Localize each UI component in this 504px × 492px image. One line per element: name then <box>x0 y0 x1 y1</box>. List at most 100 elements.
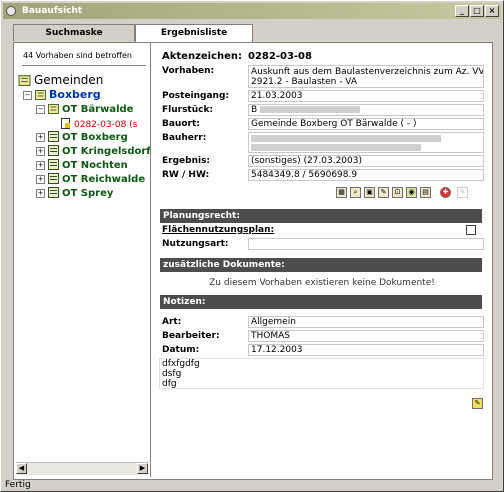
horizontal-scrollbar[interactable]: ◀ ▶ <box>16 462 148 475</box>
tree-label: 0282-03-08 (s <box>74 120 138 130</box>
tab-ergebnisliste[interactable]: Ergebnisliste <box>135 24 253 43</box>
vorhaben-label: Vorhaben: <box>162 66 215 76</box>
close-button[interactable]: × <box>485 5 499 17</box>
bauherr-field <box>248 132 484 153</box>
tree-item-vorhaben-selected[interactable]: 0282-03-08 (s <box>60 118 137 131</box>
tree-label: OT Kringelsdorf <box>62 146 151 157</box>
bearbeiter-label: Bearbeiter: <box>162 331 220 341</box>
tree-label: OT Nochten <box>62 160 128 171</box>
no-documents-message: Zu diesem Vorhaben existieren keine Doku… <box>209 278 435 288</box>
posteingang-label: Posteingang: <box>162 91 229 101</box>
aktenzeichen-value: 0282-03-08 <box>248 51 312 62</box>
tree-label: Boxberg <box>49 88 101 101</box>
divider <box>22 65 146 66</box>
rw-hw-label: RW / HW: <box>162 170 210 180</box>
ergebnis-field: (sonstiges) (27.03.2003) <box>248 155 484 167</box>
map-icon[interactable]: ▦ <box>336 187 347 198</box>
list-tree-icon <box>48 187 59 198</box>
redacted-block <box>251 144 421 151</box>
tree-item-ot-reichwalde[interactable]: + OT Reichwalde <box>36 173 145 186</box>
rw-hw-field: 5484349.8 / 5690698.9 <box>248 169 484 181</box>
tree-item-ot-kringelsdorf[interactable]: + OT Kringelsdorf <box>36 145 151 158</box>
art-field[interactable]: Allgemein <box>248 316 484 328</box>
expand-icon[interactable]: + <box>36 147 45 156</box>
notes-line: dfxfgdfg <box>162 359 200 369</box>
list-tree-icon <box>48 131 59 142</box>
list-tree-icon <box>48 159 59 170</box>
expand-icon[interactable]: + <box>36 161 45 170</box>
scroll-left-icon[interactable]: ◀ <box>16 463 27 474</box>
tree-label: OT Sprey <box>62 188 114 199</box>
tab-suchmaske[interactable]: Suchmaske <box>13 24 135 41</box>
section-notizen: Notizen: <box>160 295 482 309</box>
list-tree-icon <box>48 173 59 184</box>
search-doc-icon[interactable]: ⊡ <box>392 187 403 198</box>
aktenzeichen-label: Aktenzeichen: <box>162 51 243 62</box>
notes-line: dsfg <box>162 369 182 379</box>
zoom-map-icon[interactable]: ⌕ <box>350 187 361 198</box>
pin-icon[interactable]: ✎ <box>457 187 468 198</box>
vorhaben-line2: 2921.2 - Baulasten - VA <box>251 77 358 87</box>
vorhaben-field: Auskunft aus dem Baulastenverzeichnis zu… <box>248 65 484 88</box>
camera-icon[interactable]: ◉ <box>406 187 417 198</box>
bauort-label: Bauort: <box>162 119 200 129</box>
nutzungsart-field[interactable] <box>248 238 484 250</box>
posteingang-field: 21.03.2003 <box>248 90 484 102</box>
result-count: 44 Vorhaben sind betroffen <box>23 51 132 60</box>
tree-pane: 44 Vorhaben sind betroffen Gemeinden − Bo… <box>14 43 151 477</box>
flurstueck-label: Flurstück: <box>162 105 214 115</box>
window-title: Bauaufsicht <box>22 6 83 16</box>
expand-icon[interactable]: + <box>36 175 45 184</box>
print-icon[interactable]: ▣ <box>364 187 375 198</box>
expand-icon[interactable]: + <box>36 133 45 142</box>
tree-label: Gemeinden <box>34 73 104 87</box>
folder-tree-icon <box>35 90 46 100</box>
flaechennutzungsplan-link[interactable]: Flächennutzungsplan: <box>162 225 274 235</box>
section-planungsrecht: Planungsrecht: <box>160 209 482 223</box>
folder-tree-icon <box>18 75 31 86</box>
tree-label: OT Boxberg <box>62 132 128 143</box>
redacted-block <box>251 135 441 142</box>
document-icon[interactable]: ▤ <box>420 187 431 198</box>
tree-item-ot-baerwalde[interactable]: − OT Bärwalde <box>36 103 133 116</box>
redacted-block <box>260 106 361 113</box>
maximize-button[interactable]: □ <box>470 5 484 17</box>
datum-label: Datum: <box>162 345 200 355</box>
add-note-icon[interactable]: ✎ <box>472 398 483 409</box>
notes-textarea[interactable]: dfxfgdfg dsfg dfg <box>159 358 484 389</box>
detail-pane: Aktenzeichen: 0282-03-08 Vorhaben: Ausku… <box>155 43 489 477</box>
art-label: Art: <box>162 317 182 327</box>
expand-icon[interactable]: + <box>36 189 45 198</box>
datum-field[interactable]: 17.12.2003 <box>248 344 484 356</box>
application-window: Bauaufsicht _ □ × Suchmaske Ergebnislist… <box>0 0 504 492</box>
app-icon <box>6 6 16 16</box>
flurstueck-value: B <box>251 105 258 115</box>
tree-label: OT Reichwalde <box>62 174 146 185</box>
flaechennutzungsplan-checkbox[interactable] <box>466 225 476 235</box>
title-bar[interactable]: Bauaufsicht _ □ × <box>3 3 501 19</box>
result-panel: 44 Vorhaben sind betroffen Gemeinden − Bo… <box>13 42 493 480</box>
flurstueck-field: B <box>248 104 484 116</box>
bauort-field: Gemeinde Boxberg OT Bärwalde ( - ) <box>248 118 484 130</box>
document-icon <box>61 118 70 129</box>
folder-tree-icon <box>48 104 59 114</box>
collapse-icon[interactable]: − <box>36 105 45 114</box>
tree-item-boxberg[interactable]: − Boxberg <box>23 88 101 101</box>
notes-line: dfg <box>162 379 177 389</box>
ergebnis-label: Ergebnis: <box>162 156 211 166</box>
bauherr-label: Bauherr: <box>162 133 207 143</box>
nutzungsart-label: Nutzungsart: <box>162 239 229 249</box>
red-cross-icon[interactable]: ✚ <box>440 187 451 198</box>
minimize-button[interactable]: _ <box>455 5 469 17</box>
tree-label: OT Bärwalde <box>62 104 134 115</box>
status-bar-text: Fertig <box>5 480 31 490</box>
tree-item-ot-nochten[interactable]: + OT Nochten <box>36 159 128 172</box>
edit-icon[interactable]: ✎ <box>378 187 389 198</box>
list-tree-icon <box>48 145 59 156</box>
bearbeiter-field[interactable]: THOMAS <box>248 330 484 342</box>
tree-item-ot-boxberg[interactable]: + OT Boxberg <box>36 131 128 144</box>
collapse-icon[interactable]: − <box>23 91 32 100</box>
scroll-right-icon[interactable]: ▶ <box>137 463 148 474</box>
tree-item-ot-sprey[interactable]: + OT Sprey <box>36 187 113 200</box>
tree-item-gemeinden[interactable]: Gemeinden <box>18 73 104 87</box>
